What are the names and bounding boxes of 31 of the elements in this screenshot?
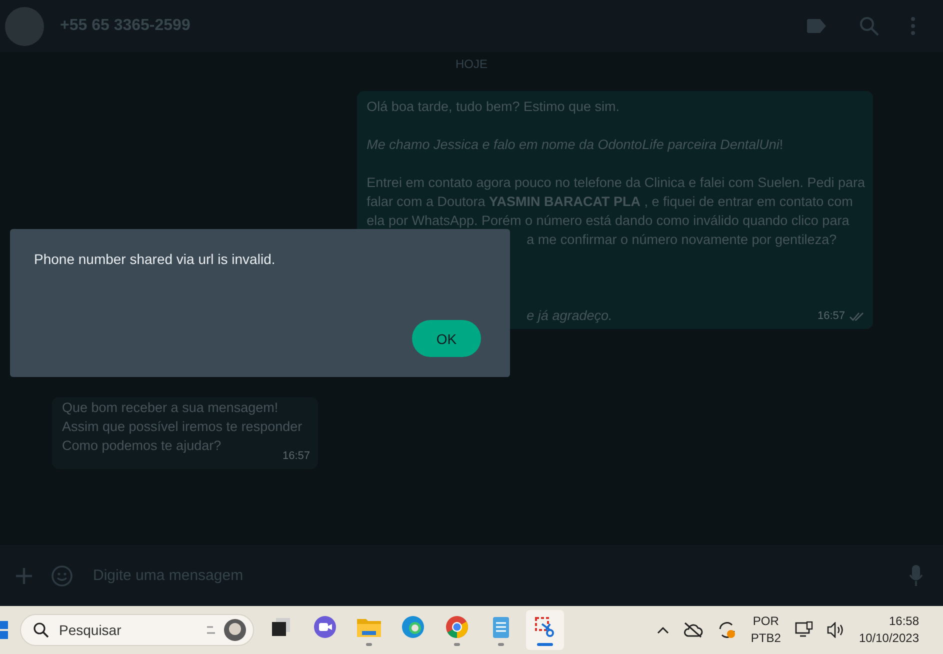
browser-swirl-icon — [401, 614, 425, 638]
message-text: Assim que possível iremos te responder — [62, 419, 302, 434]
message-text: Que bom receber a sua mensagem! — [62, 400, 278, 415]
scissors-icon — [533, 614, 557, 638]
browser-circle-icon — [445, 614, 469, 638]
message-time: 16:57 — [282, 449, 310, 464]
message-text: Entrei em contato agora pouco no telefone da Clinica e falei com Suelen. Pedi para — [366, 175, 865, 190]
search-icon — [33, 622, 49, 638]
message-text: falar com a Doutora YASMIN BARACAT PLA , e fiquei de entrar em contato com — [366, 194, 853, 209]
message-text: a me confirmar o número novamente por gentileza? — [526, 232, 837, 247]
sync-icon[interactable] — [716, 620, 737, 640]
message-text: Como podemos te ajudar? — [62, 438, 222, 453]
message-time: 16:57 — [817, 309, 845, 324]
search-input[interactable]: Pesquisar — [57, 621, 195, 639]
message-text: ela por WhatsApp. Porém o número está dando como inválido quando clico para — [366, 213, 850, 228]
double-check-icon — [849, 312, 865, 322]
notepad-icon — [490, 614, 512, 638]
network-icon[interactable] — [794, 621, 813, 639]
ok-button[interactable]: OK — [412, 320, 481, 357]
cloud-off-icon[interactable] — [682, 622, 703, 638]
message-text: Me chamo Jessica e falo em nome da OdontoLife parceira DentalUni! — [366, 137, 784, 152]
message-text: Olá boa tarde, tudo bem? Estimo que sim. — [366, 99, 620, 114]
taskbar-clock[interactable]: 16:58 10/10/2023 — [858, 613, 919, 647]
input-language-indicator[interactable]: POR PTB2 — [750, 613, 781, 647]
windows-logo-icon[interactable] — [0, 621, 8, 639]
video-camera-icon — [313, 614, 337, 638]
speaker-icon[interactable] — [826, 622, 845, 638]
chevron-up-icon[interactable] — [656, 626, 669, 634]
taskbar-search-field[interactable]: Pesquisar — [20, 614, 254, 646]
dialog-message: Phone number shared via url is invalid. — [34, 251, 276, 267]
message-text: e já agradeço. — [526, 308, 612, 323]
